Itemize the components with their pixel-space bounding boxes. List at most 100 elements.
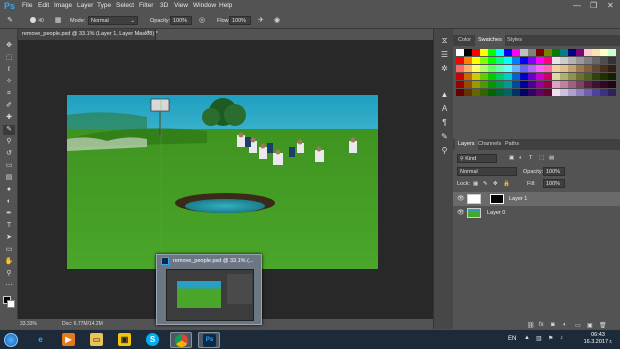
brush-panel-toggle-icon[interactable]: ▦: [53, 16, 63, 25]
swatch[interactable]: [472, 89, 480, 96]
layer-name-layer-0[interactable]: Layer 0: [487, 210, 505, 216]
adjustment-layer-icon[interactable]: ◐: [563, 322, 567, 328]
swatch[interactable]: [576, 65, 584, 72]
swatch[interactable]: [560, 49, 568, 56]
swatch[interactable]: [456, 89, 464, 96]
swatch[interactable]: [512, 89, 520, 96]
swatch[interactable]: [576, 57, 584, 64]
swatch[interactable]: [608, 49, 616, 56]
brush-settings-icon[interactable]: ✎: [439, 131, 450, 142]
filter-shape-icon[interactable]: ⬚: [539, 155, 544, 161]
close-tab-icon[interactable]: ×: [146, 30, 150, 36]
swatch[interactable]: [456, 65, 464, 72]
properties-icon[interactable]: ☰: [439, 49, 450, 60]
delete-layer-icon[interactable]: 🗑: [599, 322, 607, 329]
tab-swatches[interactable]: Swatches: [475, 35, 505, 46]
menu-view[interactable]: View: [174, 2, 188, 9]
swatch[interactable]: [512, 81, 520, 88]
pressure-opacity-icon[interactable]: ◎: [197, 16, 207, 25]
eraser-tool-icon[interactable]: ▭: [3, 161, 15, 171]
swatch[interactable]: [600, 57, 608, 64]
swatch[interactable]: [592, 89, 600, 96]
swatch[interactable]: [520, 73, 528, 80]
adjustments-icon[interactable]: ✲: [439, 63, 450, 74]
layer-opacity-field[interactable]: 100%: [543, 167, 565, 176]
tab-channels[interactable]: Channels: [475, 139, 504, 150]
swatch[interactable]: [480, 73, 488, 80]
swatch[interactable]: [536, 49, 544, 56]
swatch[interactable]: [544, 73, 552, 80]
swatch[interactable]: [584, 73, 592, 80]
swatch[interactable]: [568, 57, 576, 64]
swatch[interactable]: [536, 73, 544, 80]
swatch[interactable]: [464, 73, 472, 80]
swatch[interactable]: [536, 81, 544, 88]
swatch[interactable]: [536, 57, 544, 64]
swatch[interactable]: [608, 81, 616, 88]
swatch[interactable]: [576, 81, 584, 88]
swatch[interactable]: [568, 81, 576, 88]
volume-icon[interactable]: ♪: [560, 335, 563, 341]
fill-field[interactable]: 100%: [543, 179, 565, 188]
swatch[interactable]: [584, 89, 592, 96]
type-tool-icon[interactable]: T: [3, 221, 15, 231]
swatch[interactable]: [480, 81, 488, 88]
mode-select[interactable]: Normal ⌄: [88, 16, 138, 25]
swatch[interactable]: [568, 65, 576, 72]
swatch[interactable]: [456, 49, 464, 56]
swatch[interactable]: [552, 89, 560, 96]
swatch[interactable]: [608, 89, 616, 96]
swatch[interactable]: [528, 89, 536, 96]
lock-position-icon[interactable]: ✥: [493, 181, 498, 187]
swatch[interactable]: [608, 73, 616, 80]
swatch[interactable]: [520, 81, 528, 88]
swatch[interactable]: [592, 81, 600, 88]
history-icon[interactable]: ⧖: [439, 35, 450, 46]
swatch[interactable]: [464, 81, 472, 88]
brush-tool-preset-icon[interactable]: ✎: [5, 16, 15, 25]
blur-tool-icon[interactable]: ●: [3, 185, 15, 195]
swatch[interactable]: [568, 49, 576, 56]
show-hidden-icons-icon[interactable]: ▲: [524, 335, 530, 341]
taskbar-media[interactable]: ▶: [58, 332, 80, 348]
close-button[interactable]: ✕: [607, 1, 614, 10]
taskbar-chrome[interactable]: [170, 332, 192, 348]
zoom-tool-icon[interactable]: ⚲: [3, 269, 15, 279]
lock-image-icon[interactable]: ✎: [483, 181, 488, 187]
tab-paths[interactable]: Paths: [502, 139, 522, 150]
menu-filter[interactable]: Filter: [139, 2, 153, 9]
link-layers-icon[interactable]: ⛓: [527, 322, 535, 329]
menu-edit[interactable]: Edit: [38, 2, 49, 9]
swatch[interactable]: [512, 57, 520, 64]
swatch[interactable]: [504, 81, 512, 88]
swatch[interactable]: [600, 81, 608, 88]
document-canvas-image[interactable]: [67, 95, 378, 269]
swatch[interactable]: [544, 89, 552, 96]
swatch[interactable]: [488, 89, 496, 96]
swatch[interactable]: [552, 57, 560, 64]
taskbar-thumbnail-preview[interactable]: remove_people.psd @ 33.1% (...: [156, 254, 262, 325]
minimize-button[interactable]: —: [573, 1, 581, 10]
lock-transparent-icon[interactable]: ▦: [473, 181, 478, 187]
network-icon[interactable]: ▥: [536, 335, 542, 342]
swatch[interactable]: [584, 49, 592, 56]
swatch[interactable]: [472, 57, 480, 64]
swatch[interactable]: [600, 73, 608, 80]
menu-file[interactable]: File: [22, 2, 32, 9]
swatch[interactable]: [584, 65, 592, 72]
hand-tool-icon[interactable]: ✋: [3, 257, 15, 267]
swatch[interactable]: [464, 57, 472, 64]
new-group-icon[interactable]: ▭: [575, 322, 581, 329]
filter-smart-object-icon[interactable]: ▤: [549, 155, 554, 161]
swatch[interactable]: [520, 49, 528, 56]
menu-window[interactable]: Window: [193, 2, 216, 9]
swatch[interactable]: [552, 49, 560, 56]
swatch[interactable]: [568, 89, 576, 96]
swatch[interactable]: [456, 73, 464, 80]
brush-size-picker[interactable]: 40: [26, 16, 48, 25]
path-selection-tool-icon[interactable]: ➤: [3, 233, 15, 243]
crop-tool-icon[interactable]: ⌗: [3, 89, 15, 99]
swatch[interactable]: [488, 49, 496, 56]
swatch[interactable]: [464, 65, 472, 72]
swatch[interactable]: [480, 49, 488, 56]
